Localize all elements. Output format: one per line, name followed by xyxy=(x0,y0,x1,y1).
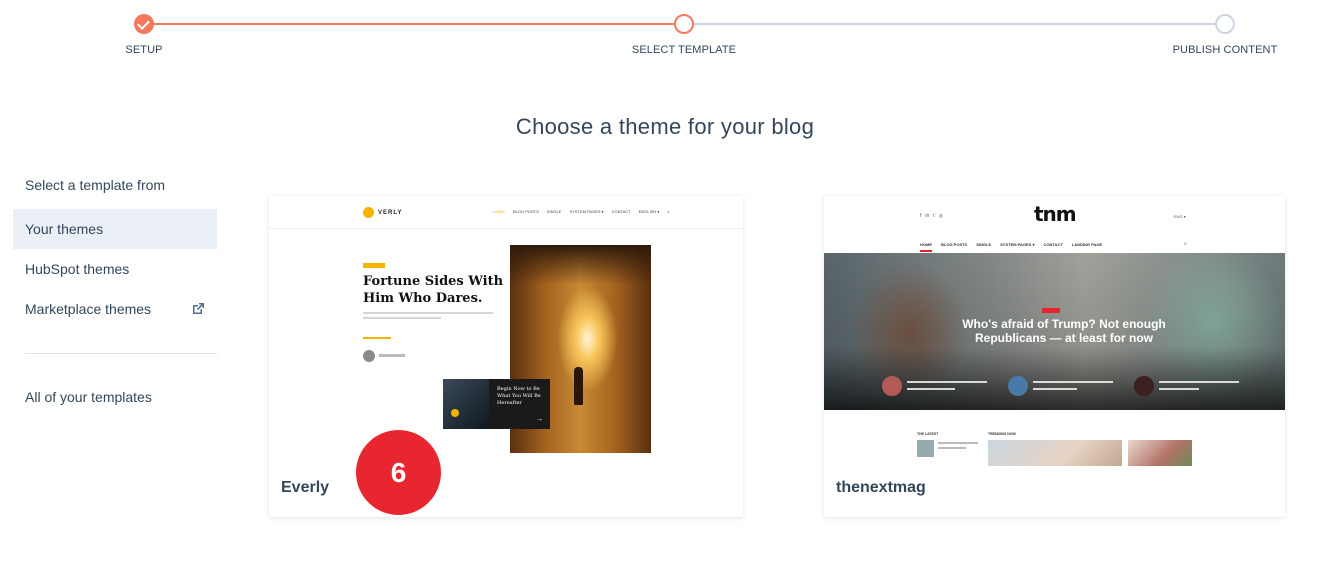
thenextmag-preview-menu: HOME BLOG POSTS SINGLE SYSTEM PAGES ▾ CO… xyxy=(920,242,1102,252)
thenextmag-latest-thumb xyxy=(917,440,934,457)
thenextmag-trending-image xyxy=(988,440,1122,466)
instagram-icon: ◎ xyxy=(938,213,944,219)
everly-menu-item: ENGLISH ▾ xyxy=(638,209,660,214)
sidebar-item-label: Your themes xyxy=(25,221,104,237)
everly-preview-headline: Fortune Sides With Him Who Dares. xyxy=(363,274,504,306)
sidebar-item-label: Marketplace themes xyxy=(25,301,152,317)
list-item xyxy=(1008,376,1116,396)
linkedin-icon: in xyxy=(925,213,930,219)
thenextmag-hero-headline: Who's afraid of Trump? Not enough Republ… xyxy=(962,317,1166,345)
arrow-right-icon: → xyxy=(536,416,543,423)
thenextmag-menu-item: BLOG POSTS xyxy=(941,242,968,247)
everly-preview-rule xyxy=(363,337,391,339)
sidebar-item-your-themes[interactable]: Your themes xyxy=(13,209,217,249)
thenextmag-preview-header: f in t ◎ tnm ENG ▾ xyxy=(824,196,1285,236)
everly-menu-item: SINGLE xyxy=(546,209,562,214)
theme-name: thenextmag xyxy=(836,479,926,496)
theme-card-thenextmag[interactable]: f in t ◎ tnm ENG ▾ HOME BLOG POSTS SINGL… xyxy=(824,196,1285,517)
thenextmag-hero-tag xyxy=(1042,308,1060,313)
page-title: Choose a theme for your blog xyxy=(515,114,815,139)
everly-author-avatar xyxy=(363,350,375,362)
thenextmag-hero-items xyxy=(882,376,1242,396)
thenextmag-menu-item: LANDING PAGE xyxy=(1071,242,1103,247)
sidebar-item-label: All of your templates xyxy=(25,389,152,405)
list-item xyxy=(1134,376,1242,396)
everly-logo-text: VERLY xyxy=(378,209,403,216)
everly-menu-item: HOME xyxy=(493,209,505,214)
everly-logo: VERLY xyxy=(363,207,402,218)
thenextmag-menu-item: SINGLE xyxy=(976,242,992,247)
thenextmag-logo: tnm xyxy=(1034,202,1077,226)
everly-menu-item: SYSTEM PAGES ▾ xyxy=(569,209,604,214)
thenextmag-preview-hero: Who's afraid of Trump? Not enough Republ… xyxy=(824,253,1285,410)
thenextmag-menu-item: SYSTEM PAGES ▾ xyxy=(1000,242,1035,247)
thenextmag-trending-label: TRENDING NOW xyxy=(988,432,1016,436)
thenextmag-menu-item: CONTACT xyxy=(1043,242,1063,247)
step-setup-check-icon[interactable] xyxy=(134,14,154,34)
sidebar-item-all-templates[interactable]: All of your templates xyxy=(13,377,217,417)
step-label-select-template: SELECT TEMPLATE xyxy=(631,44,737,56)
step-number-badge: 6 xyxy=(356,430,441,515)
everly-preview-overlay-post: Begin Now to Be What You Will Be Hereaft… xyxy=(443,379,550,429)
theme-card-everly[interactable]: VERLY HOME BLOG POSTS SINGLE SYSTEM PAGE… xyxy=(269,196,743,517)
step-label-publish-content: PUBLISH CONTENT xyxy=(1172,44,1278,56)
thenextmag-menu-item: HOME xyxy=(920,242,932,252)
everly-preview-excerpt xyxy=(363,312,493,324)
sidebar-heading: Select a template from xyxy=(25,177,166,193)
everly-preview-nav: VERLY HOME BLOG POSTS SINGLE SYSTEM PAGE… xyxy=(269,196,743,229)
everly-menu-item: BLOG POSTS xyxy=(513,209,539,214)
thenextmag-latest-text xyxy=(938,442,978,452)
play-icon xyxy=(451,409,459,417)
everly-category-tag xyxy=(363,263,385,268)
twitter-icon: t xyxy=(933,213,935,219)
stepper-line-remaining xyxy=(693,23,1215,25)
stepper-line-complete xyxy=(152,23,676,25)
sidebar-item-hubspot-themes[interactable]: HubSpot themes xyxy=(13,249,217,289)
step-label-setup[interactable]: SETUP xyxy=(125,44,162,56)
everly-overlay-image xyxy=(443,379,489,429)
thenextmag-language: ENG ▾ xyxy=(1174,214,1186,219)
step-select-template-dot xyxy=(674,14,694,34)
theme-name: Everly xyxy=(281,479,330,496)
sidebar-divider xyxy=(25,353,217,354)
sidebar-item-marketplace-themes[interactable]: Marketplace themes xyxy=(13,289,217,329)
external-link-icon xyxy=(193,303,204,314)
thenextmag-search-icon: ⌕ xyxy=(1184,241,1187,247)
progress-stepper: SETUP SELECT TEMPLATE PUBLISH CONTENT xyxy=(0,0,1342,70)
everly-overlay-title: Begin Now to Be What You Will Be Hereaft… xyxy=(497,386,541,406)
facebook-icon: f xyxy=(920,213,922,219)
everly-search-icon: ⌕ xyxy=(667,209,670,214)
everly-author-name xyxy=(379,354,405,357)
everly-menu-item: CONTACT xyxy=(611,209,631,214)
thenextmag-trending-image xyxy=(1128,440,1192,466)
thenextmag-latest-label: THE LATEST xyxy=(917,432,939,436)
list-item xyxy=(882,376,990,396)
everly-preview-menu: HOME BLOG POSTS SINGLE SYSTEM PAGES ▾ CO… xyxy=(493,209,670,214)
thenextmag-social-icons: f in t ◎ xyxy=(920,213,943,219)
sidebar-item-label: HubSpot themes xyxy=(25,261,130,277)
step-publish-content-dot xyxy=(1215,14,1235,34)
everly-logo-mark-icon xyxy=(363,207,374,218)
